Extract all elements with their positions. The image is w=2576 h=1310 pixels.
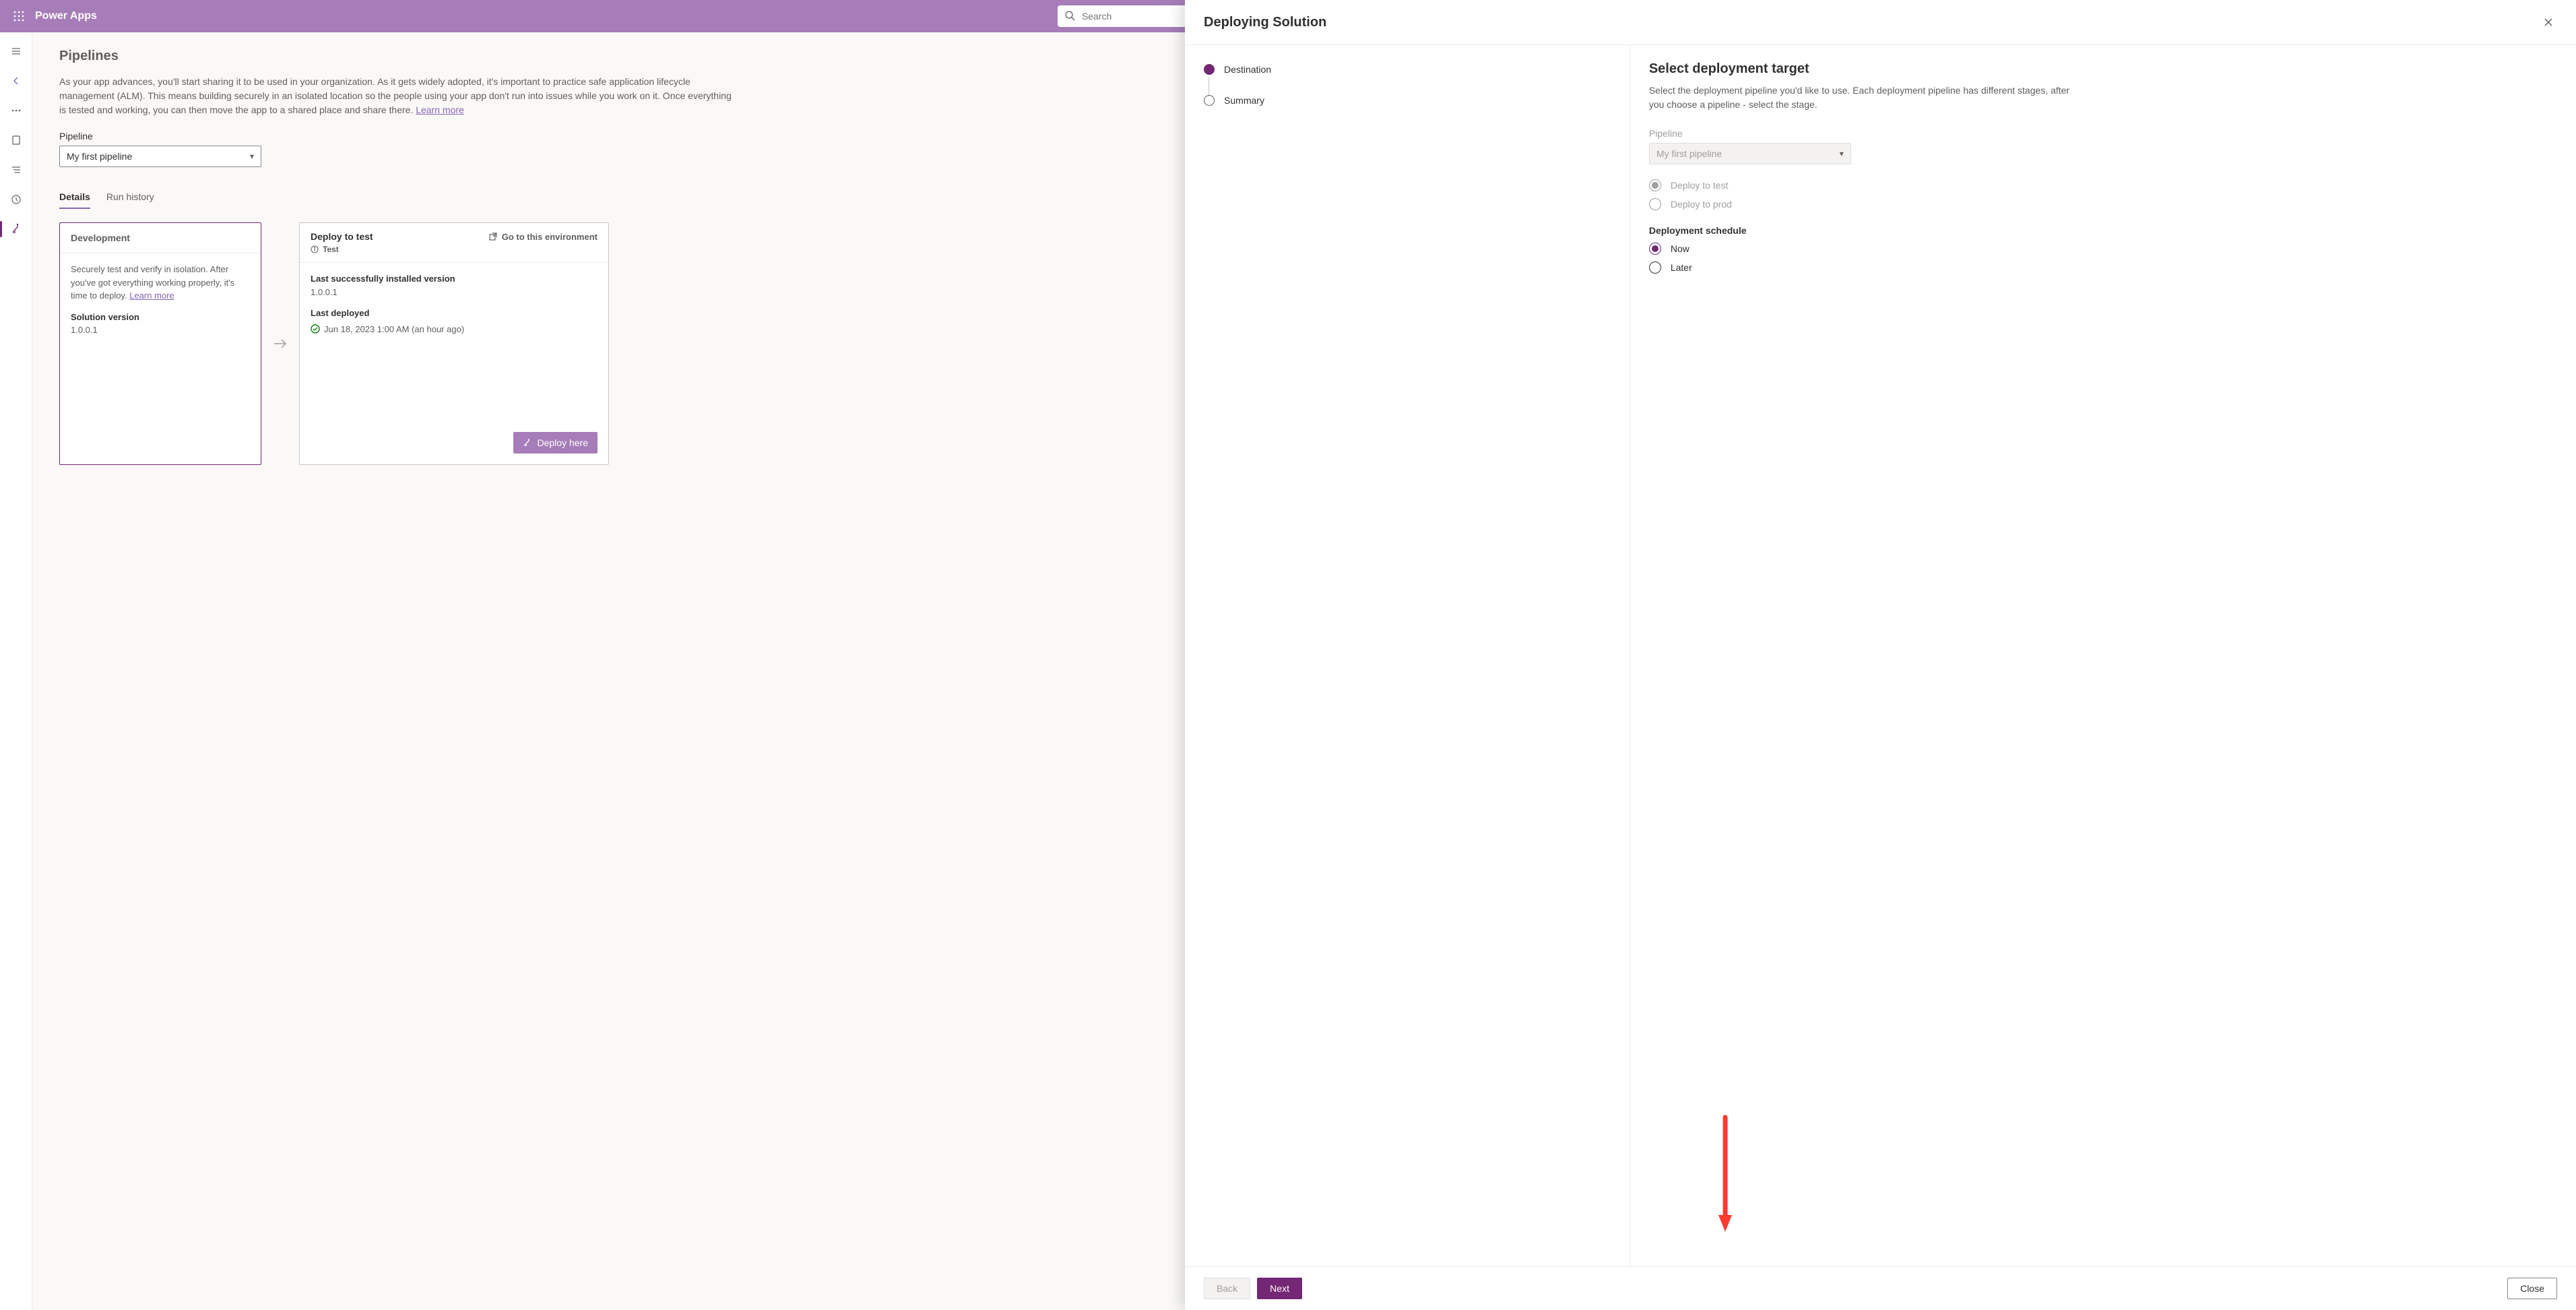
objects-icon[interactable] [3,156,30,183]
development-card-title: Development [60,223,261,253]
panel-pipeline-dropdown: My first pipeline ▾ [1649,143,1851,164]
close-button[interactable]: Close [2507,1278,2557,1299]
close-icon[interactable] [2540,13,2557,31]
last-installed-label: Last successfully installed version [311,272,598,286]
deploy-here-button[interactable]: Deploy here [513,432,598,454]
intro-body: As your app advances, you'll start shari… [59,76,732,115]
left-rail [0,32,32,1310]
success-check-icon [311,324,320,334]
schedule-now-label: Now [1671,243,1689,254]
wizard-content: Select deployment target Select the depl… [1630,45,2576,1266]
last-installed-value: 1.0.0.1 [311,286,598,299]
step-destination-label: Destination [1224,64,1271,75]
pipeline-dropdown[interactable]: My first pipeline ▾ [59,146,261,167]
pipeline-dropdown-value: My first pipeline [67,151,132,162]
panel-footer: Back Next Close [1185,1266,2576,1310]
deploy-to-test-label: Deploy to test [1671,180,1729,191]
wizard-step-destination[interactable]: Destination [1204,64,1611,75]
panel-pipeline-value: My first pipeline [1656,148,1722,159]
hamburger-icon[interactable] [3,38,30,65]
step-dot-filled-icon [1204,64,1215,75]
step-summary-label: Summary [1224,95,1264,106]
solution-version-label: Solution version [71,311,250,324]
more-icon[interactable] [3,97,30,124]
history-icon[interactable] [3,186,30,213]
wizard-nav: Destination Summary [1185,45,1630,1266]
radio-checked-disabled-icon [1652,182,1659,189]
step-dot-empty-icon [1204,95,1215,106]
search-icon [1064,10,1075,21]
go-to-environment-label: Go to this environment [502,232,598,242]
chevron-down-icon: ▾ [250,152,254,161]
chevron-down-icon: ▾ [1840,149,1844,158]
intro-text: As your app advances, you'll start shari… [59,75,733,117]
deploying-solution-panel: Deploying Solution Destination Summary S… [1185,0,2576,1310]
development-card: Development Securely test and verify in … [59,222,261,465]
overview-icon[interactable] [3,127,30,154]
test-card-title: Deploy to test [311,231,373,242]
back-icon[interactable] [3,67,30,94]
env-info: Test [311,245,598,254]
deploy-to-test-card: Deploy to test Go to this environment Te… [299,222,609,465]
waffle-icon[interactable] [5,0,32,32]
deploy-here-label: Deploy here [538,437,589,448]
panel-pipeline-label: Pipeline [1649,128,2557,139]
pipelines-icon[interactable] [3,216,30,243]
tab-run-history[interactable]: Run history [106,186,154,209]
annotation-arrow-icon [1715,1114,1735,1235]
env-name: Test [323,245,339,254]
back-button: Back [1204,1278,1250,1299]
schedule-label: Deployment schedule [1649,225,2557,236]
wizard-heading: Select deployment target [1649,61,2557,77]
go-to-environment-link[interactable]: Go to this environment [488,232,598,242]
deploy-to-prod-label: Deploy to prod [1671,199,1732,210]
arrow-right-icon [269,336,291,352]
radio-deploy-to-prod: Deploy to prod [1649,198,2557,210]
solution-version-value: 1.0.0.1 [71,323,250,337]
dev-learn-more-link[interactable]: Learn more [129,290,174,301]
app-brand: Power Apps [35,10,97,22]
last-deployed-value: Jun 18, 2023 1:00 AM (an hour ago) [324,323,464,336]
schedule-later-label: Later [1671,262,1692,273]
radio-checked-icon [1652,245,1659,252]
wizard-desc: Select the deployment pipeline you'd lik… [1649,84,2080,112]
radio-schedule-now[interactable]: Now [1649,243,2557,255]
last-deployed-label: Last deployed [311,307,598,320]
next-button[interactable]: Next [1257,1278,1302,1299]
radio-unchecked-disabled-icon [1649,198,1661,210]
radio-deploy-to-test: Deploy to test [1649,179,2557,191]
panel-title: Deploying Solution [1204,15,1326,30]
wizard-step-summary[interactable]: Summary [1204,95,1611,106]
radio-unchecked-icon [1649,261,1661,274]
learn-more-link[interactable]: Learn more [416,104,464,115]
tab-details[interactable]: Details [59,186,90,209]
radio-schedule-later[interactable]: Later [1649,261,2557,274]
